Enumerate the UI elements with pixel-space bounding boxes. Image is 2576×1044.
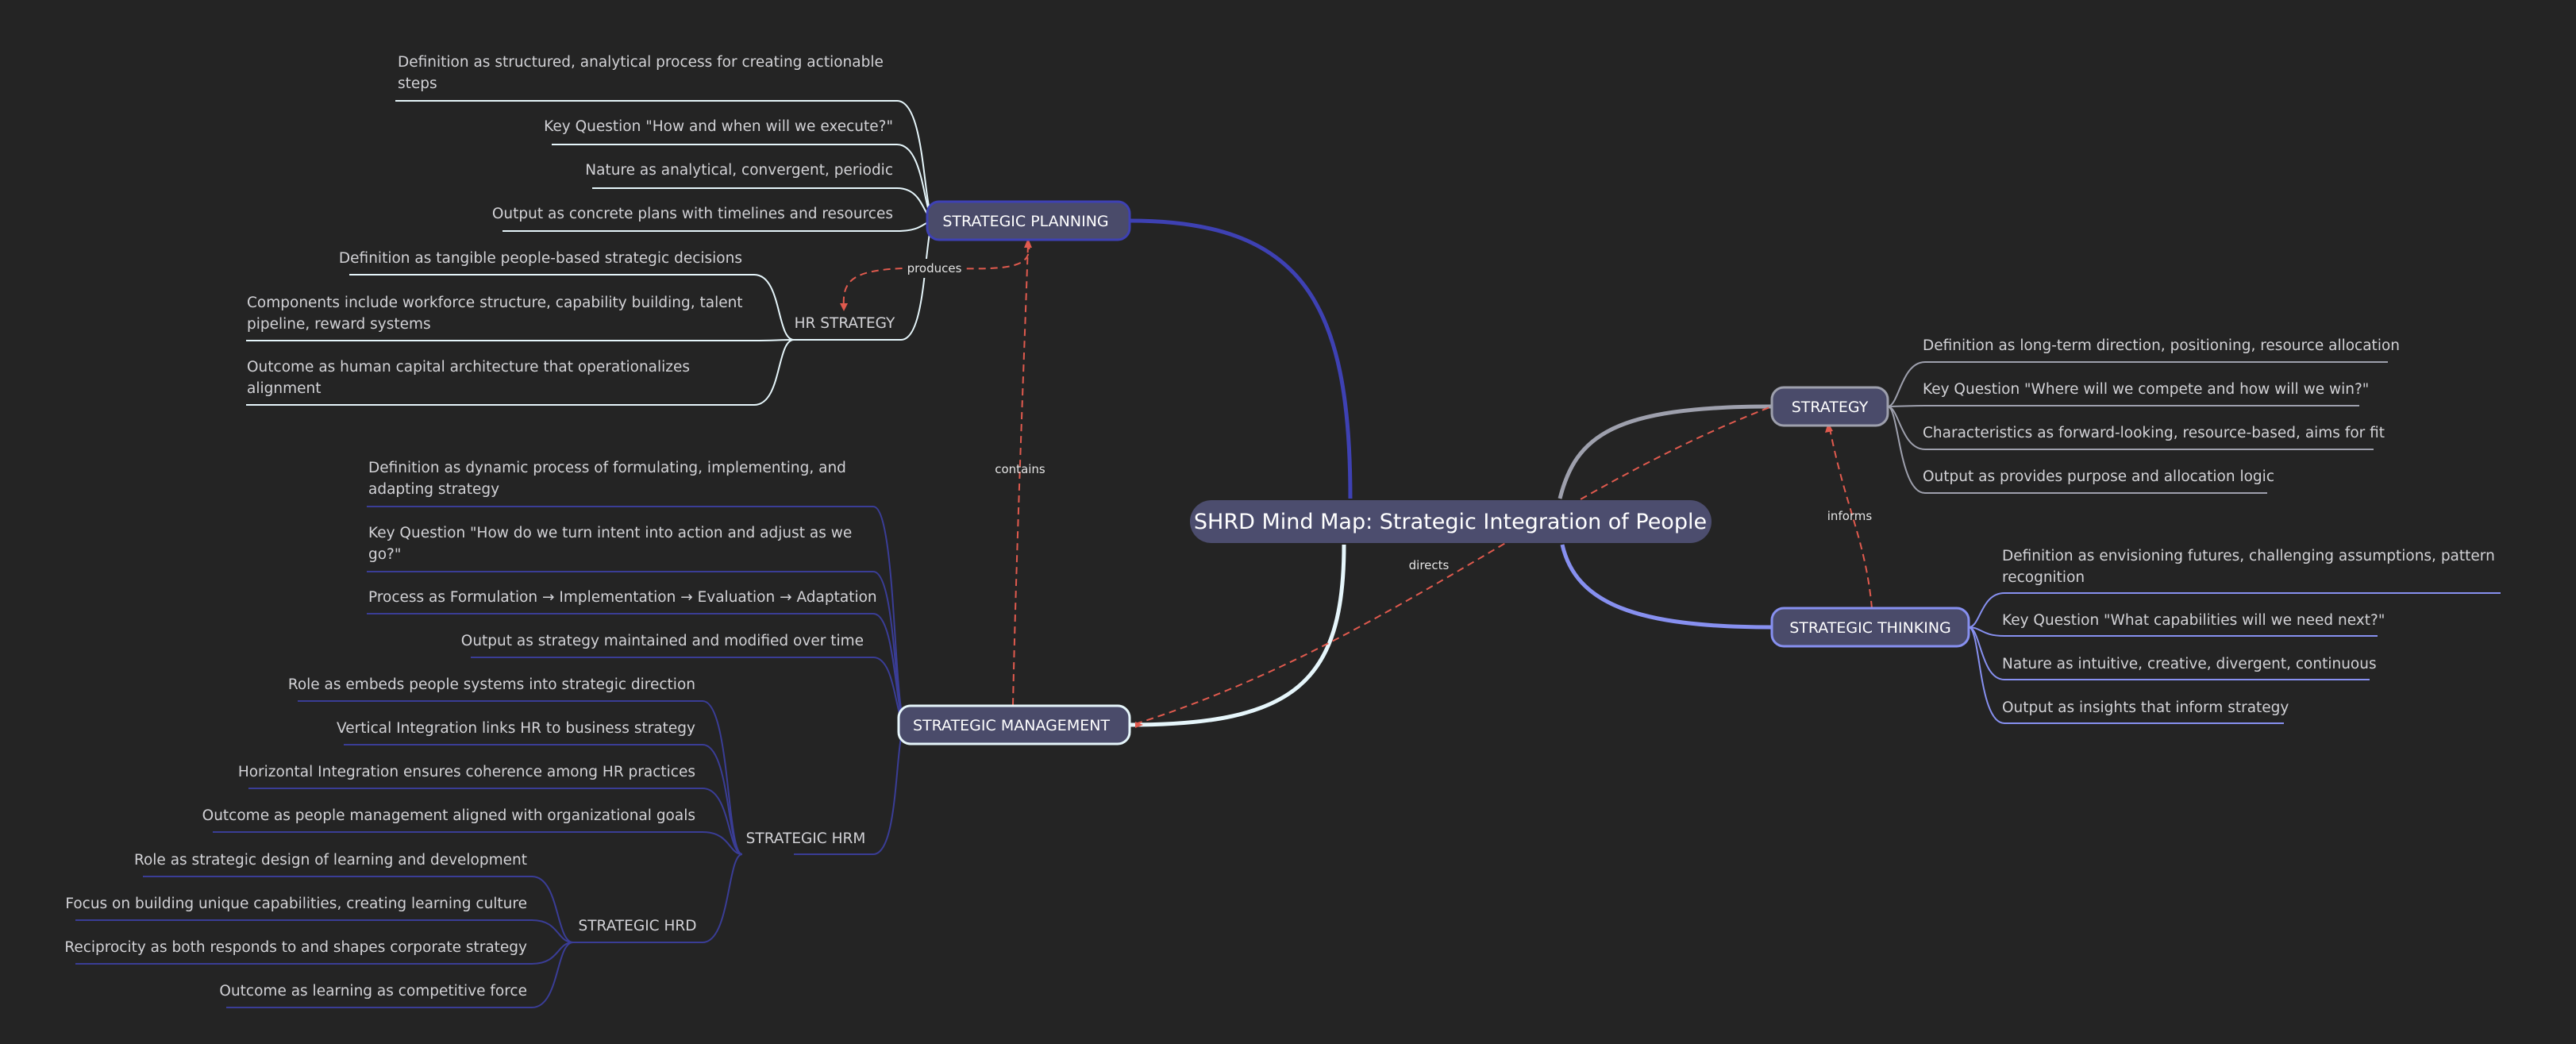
relation-lines [842,241,1873,725]
arrowhead-icon [840,303,848,311]
strategic-hrd-node[interactable]: STRATEGIC HRD [579,918,697,934]
planning-leaf: Nature as analytical, convergent, period… [585,162,893,179]
hrd-leaf: Outcome as learning as competitive force [219,983,527,1000]
hrm-leaf: Role as embeds people systems into strat… [288,676,695,693]
relation-label-produces: produces [907,261,962,275]
hr-strategy-node[interactable]: HR STRATEGY [795,315,895,332]
root-label: SHRD Mind Map: Strategic Integration of … [1194,510,1707,534]
hrm-leaf: Outcome as people management aligned wit… [202,807,695,824]
planning-leaf: Output as concrete plans with timelines … [492,206,893,222]
thinking-leaf: Nature as intuitive, creative, divergent… [2002,656,2377,672]
strategic-hrm-node[interactable]: STRATEGIC HRM [746,830,866,847]
hr-strategy-leaf: Outcome as human capital architecture th… [247,359,690,376]
relation-label-contains: contains [995,462,1045,476]
strategy-leaf: Characteristics as forward-looking, reso… [1923,425,2385,441]
management-leaf: Output as strategy maintained and modifi… [461,633,864,649]
strategic-management-node[interactable]: STRATEGIC MANAGEMENT [897,704,1131,745]
strategy-leaf: Definition as long-term direction, posit… [1923,337,2400,354]
strategic-planning-label: STRATEGIC PLANNING [942,213,1108,230]
management-leaf: adapting strategy [368,481,499,498]
management-leaf: Process as Formulation → Implementation … [368,589,877,606]
hr-strategy-leaf: Components include workforce structure, … [247,295,743,311]
thinking-leaf: Key Question "What capabilities will we … [2002,612,2385,629]
strategic-thinking-label: STRATEGIC THINKING [1789,619,1951,637]
hrm-leaf: Vertical Integration links HR to busines… [337,720,695,737]
branch-root-management [1129,544,1346,727]
management-leaf: Definition as dynamic process of formula… [368,460,846,476]
planning-leaf: Definition as structured, analytical pro… [398,54,884,71]
strategy-leaf: Key Question "Where will we compete and … [1923,381,2369,398]
relation-directs-line [1134,406,1773,725]
management-leaf: Key Question "How do we turn intent into… [368,525,852,541]
relation-arrowheads [840,238,1833,728]
hr-strategy-leaf: pipeline, reward systems [247,316,431,333]
branch-root-strategy [1558,404,1773,499]
thinking-leaf: Output as insights that inform strategy [2002,699,2289,716]
root-node[interactable]: SHRD Mind Map: Strategic Integration of … [1190,500,1712,543]
thinking-leaf: recognition [2002,569,2085,586]
branch-root-planning [1129,218,1353,499]
management-leaf: go?" [368,546,401,563]
strategic-management-label: STRATEGIC MANAGEMENT [913,717,1110,734]
strategy-label: STRATEGY [1792,399,1869,416]
strategic-thinking-node[interactable]: STRATEGIC THINKING [1770,607,1970,648]
hrd-leaf: Role as strategic design of learning and… [134,852,527,869]
thinking-leaf: Definition as envisioning futures, chall… [2002,548,2495,564]
mind-map-canvas: Definition as long-term direction, posit… [64,54,2501,1008]
branch-root-thinking [1560,544,1773,630]
relation-label-informs: informs [1827,509,1873,523]
hrm-leaf: Horizontal Integration ensures coherence… [238,764,695,780]
hrd-leaf: Focus on building unique capabilities, c… [65,896,527,912]
hr-strategy-leaf: Definition as tangible people-based stra… [339,250,742,267]
relation-label-directs: directs [1409,558,1450,572]
strategic-planning-node[interactable]: STRATEGIC PLANNING [926,200,1131,241]
hr-strategy-leaf: alignment [247,380,321,397]
hrd-leaf: Reciprocity as both responds to and shap… [64,939,527,956]
planning-leaf: steps [398,75,437,92]
planning-leaf: Key Question "How and when will we execu… [544,118,893,135]
strategy-node[interactable]: STRATEGY [1770,386,1889,427]
strategy-leaf: Output as provides purpose and allocatio… [1923,468,2274,485]
